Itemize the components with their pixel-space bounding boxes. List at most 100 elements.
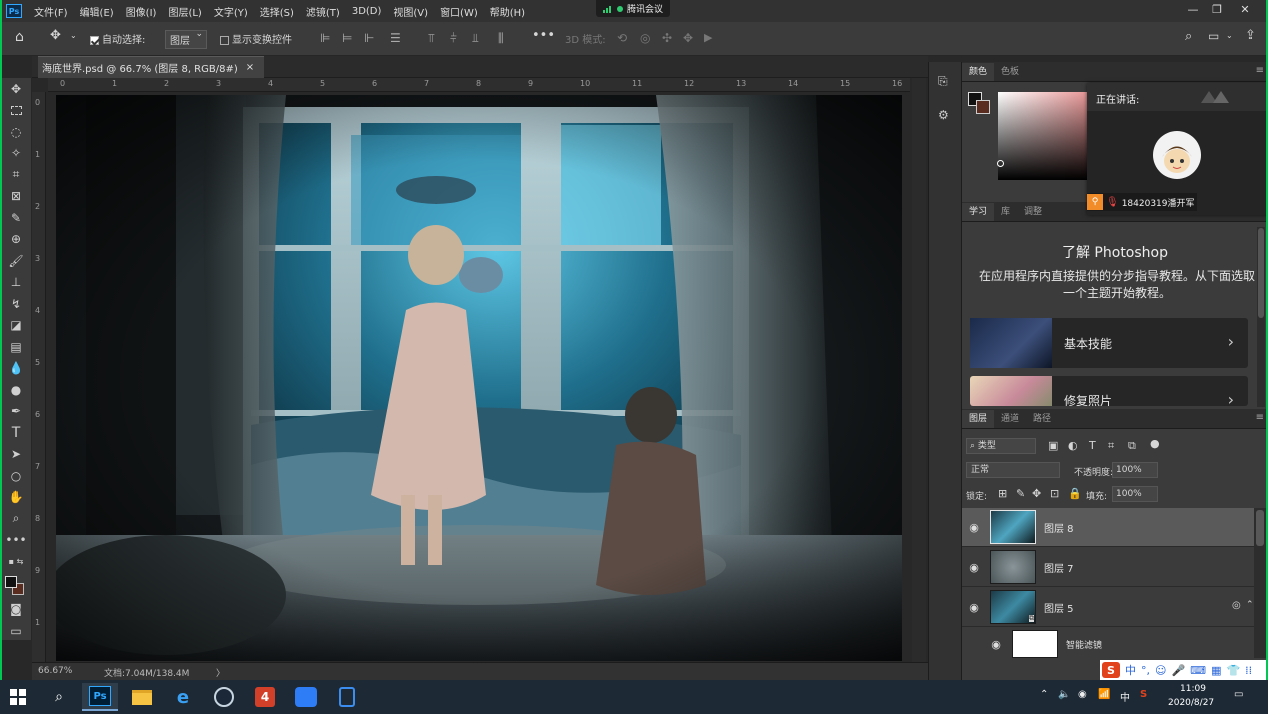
layer-row[interactable]: ◉ ⧉ 图层 5 ◎ ⌃ xyxy=(962,588,1254,627)
wifi-icon[interactable]: 📶 xyxy=(1098,689,1110,700)
canvas-area[interactable] xyxy=(46,92,910,662)
swap-colors-icon[interactable]: ▪ ⇆ xyxy=(0,551,32,573)
frame-tool-icon[interactable]: ⊠ xyxy=(0,186,32,208)
meeting-badge[interactable]: 腾讯会议 xyxy=(596,0,670,17)
gradient-tool-icon[interactable]: ▤ xyxy=(0,336,32,358)
lock-image-icon[interactable]: ✎ xyxy=(1016,487,1025,500)
photoshop-logo-icon[interactable]: Ps xyxy=(6,4,22,18)
layer-name[interactable]: 图层 5 xyxy=(1044,600,1074,615)
fill-field[interactable]: 100% xyxy=(1112,486,1158,502)
filter-toggle-icon[interactable]: ● xyxy=(1150,437,1160,450)
filter-adjustment-icon[interactable]: ◐ xyxy=(1068,439,1078,452)
opacity-field[interactable]: 100% xyxy=(1112,462,1158,478)
hand-tool-icon[interactable]: ✋ xyxy=(0,487,32,509)
keyboard-icon[interactable]: ⌨ xyxy=(1190,664,1206,677)
more-options-icon[interactable]: ••• xyxy=(532,28,555,43)
color-picker-field[interactable] xyxy=(998,92,1098,180)
ime-toolbar[interactable]: S 中 °, ☺ 🎤 ⌨ ▦ 👕 ⁞⁞ xyxy=(1100,660,1268,680)
document-tab[interactable]: 海底世界.psd @ 66.7% (图层 8, RGB/8#) × xyxy=(38,56,265,78)
align-bottom-icon[interactable]: ⫫ xyxy=(472,31,479,46)
layer-row-selected[interactable]: ◉ 图层 8 xyxy=(962,508,1254,547)
move-tool-preset-icon[interactable]: ✥ xyxy=(50,28,61,43)
align-left-icon[interactable]: ⊫ xyxy=(320,31,330,45)
3d-camera-icon[interactable]: ▶ xyxy=(704,31,712,44)
menu-edit[interactable]: 编辑(E) xyxy=(74,4,120,19)
search-icon[interactable]: ⌕ xyxy=(1185,29,1192,44)
document-canvas-image[interactable] xyxy=(56,95,902,661)
taskbar-ime-lang[interactable]: 中 xyxy=(1120,689,1130,704)
distribute-icon[interactable]: ☰ xyxy=(390,31,401,45)
color-picker-cursor[interactable] xyxy=(997,160,1004,167)
share-icon[interactable]: ⇪ xyxy=(1245,28,1256,43)
photoshop-icon[interactable]: Ps xyxy=(82,683,118,711)
crop-tool-icon[interactable]: ⌗ xyxy=(0,164,32,186)
panel-menu-icon[interactable]: ≡ xyxy=(1256,65,1264,76)
menu-layer[interactable]: 图层(L) xyxy=(162,4,207,19)
brush-tool-icon[interactable]: 🖌 xyxy=(0,250,32,272)
chevron-down-icon[interactable]: ⌄ xyxy=(70,31,77,40)
background-swatch[interactable] xyxy=(976,100,990,114)
close-icon[interactable]: ✕ xyxy=(1232,0,1258,18)
menu-3d[interactable]: 3D(D) xyxy=(346,6,388,17)
filter-pixel-icon[interactable]: ▣ xyxy=(1048,439,1058,452)
expand-collapse-icon[interactable]: ⌃ xyxy=(1246,600,1254,610)
eyedropper-tool-icon[interactable]: ✎ xyxy=(0,207,32,229)
zoom-tool-icon[interactable]: ⌕ xyxy=(0,508,32,530)
healing-brush-tool-icon[interactable]: ⊕ xyxy=(0,229,32,251)
zoom-level[interactable]: 66.67% xyxy=(38,666,72,676)
magic-wand-tool-icon[interactable]: ✧ xyxy=(0,143,32,165)
dodge-tool-icon[interactable]: ● xyxy=(0,379,32,401)
edge-icon[interactable]: e xyxy=(165,683,201,711)
3d-slide-icon[interactable]: ✥ xyxy=(683,31,693,45)
pen-tool-icon[interactable]: ✒ xyxy=(0,401,32,423)
meeting-speaker-overlay[interactable]: 正在讲话: ⚲ 🎙 18420319潘开军 xyxy=(1087,83,1268,215)
ellipse-tool-icon[interactable]: ○ xyxy=(0,465,32,487)
volume-icon[interactable]: 🔈 xyxy=(1058,689,1070,700)
tutorial-card-photo-repair[interactable]: 修复照片 › xyxy=(970,376,1248,406)
auto-select-checkbox[interactable]: 自动选择: xyxy=(90,31,145,46)
ime-punct-toggle[interactable]: °, xyxy=(1141,664,1150,677)
smart-filter-indicator-icon[interactable]: ◎ xyxy=(1232,600,1241,611)
history-brush-tool-icon[interactable]: ↯ xyxy=(0,293,32,315)
tencent-meeting-icon[interactable] xyxy=(288,683,324,711)
tab-libraries[interactable]: 库 xyxy=(994,203,1017,221)
grid-menu-icon[interactable]: ⁞⁞ xyxy=(1245,664,1252,677)
search-icon[interactable]: ⌕ xyxy=(41,683,77,711)
properties-panel-icon[interactable]: ⚙ xyxy=(938,108,949,122)
history-panel-icon[interactable]: ⎘ xyxy=(938,74,948,89)
menu-select[interactable]: 选择(S) xyxy=(254,4,300,19)
steam-icon[interactable] xyxy=(206,683,242,711)
type-tool-icon[interactable]: T xyxy=(0,422,32,444)
visibility-eye-icon[interactable]: ◉ xyxy=(962,561,986,574)
foreground-background-color-icon[interactable] xyxy=(0,573,32,599)
layers-scrollbar[interactable] xyxy=(1254,508,1266,658)
notification-icon[interactable]: ▭ xyxy=(1234,689,1243,700)
clock-date[interactable]: 2020/8/27 xyxy=(1168,698,1214,708)
home-icon[interactable]: ⌂ xyxy=(15,29,24,45)
learn-scrollbar[interactable] xyxy=(1257,227,1265,407)
sogou-tray-icon[interactable]: S xyxy=(1140,689,1147,700)
layer-name[interactable]: 图层 8 xyxy=(1044,520,1074,535)
blend-mode-dropdown[interactable]: 正常 xyxy=(966,462,1060,478)
align-middle-icon[interactable]: ⫩ xyxy=(450,31,457,46)
panel-menu-icon[interactable]: ≡ xyxy=(1256,412,1264,423)
filter-shape-icon[interactable]: ⌗ xyxy=(1108,439,1114,453)
smart-filter-row[interactable]: ◉ 智能滤镜 xyxy=(962,628,1254,660)
windows-start-icon[interactable] xyxy=(0,683,36,711)
vertical-scrollbar[interactable] xyxy=(912,78,926,662)
layer-name[interactable]: 图层 7 xyxy=(1044,560,1074,575)
ime-lang-toggle[interactable]: 中 xyxy=(1125,662,1136,678)
toolbox-icon[interactable]: ▦ xyxy=(1211,664,1221,677)
layer-row[interactable]: ◉ 图层 7 xyxy=(962,548,1254,587)
emoji-icon[interactable]: ☺ xyxy=(1155,664,1166,677)
file-explorer-icon[interactable] xyxy=(124,683,160,711)
marquee-tool-icon[interactable] xyxy=(0,100,32,122)
visibility-eye-icon[interactable]: ◉ xyxy=(984,638,1008,651)
lock-artboard-icon[interactable]: ⊡ xyxy=(1050,487,1059,500)
tray-expand-icon[interactable]: ⌃ xyxy=(1040,689,1048,700)
show-transform-checkbox[interactable]: 显示变换控件 xyxy=(220,31,292,46)
tab-channels[interactable]: 通道 xyxy=(994,410,1026,428)
filter-smart-object-icon[interactable]: ⧉ xyxy=(1128,439,1136,453)
clone-stamp-tool-icon[interactable]: ⊥ xyxy=(0,272,32,294)
menu-view[interactable]: 视图(V) xyxy=(387,4,434,19)
